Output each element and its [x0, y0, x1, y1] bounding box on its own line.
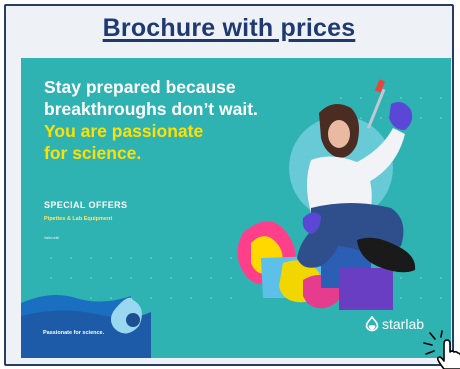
- headline-line-1: Stay prepared because: [44, 77, 236, 97]
- starlab-logo-icon: [365, 316, 379, 332]
- starlab-logo-text: starlab: [382, 316, 425, 332]
- special-offers-subtitle: Pipettes & Lab Equipment: [44, 216, 113, 222]
- hand-pointer-cursor-icon: [423, 330, 460, 369]
- starlab-logo: starlab: [365, 314, 424, 334]
- banner-headline: Stay prepared because breakthroughs don’…: [44, 76, 314, 164]
- banner-tagline: Passionate for science.: [43, 330, 105, 336]
- validity-text: Valid until: [44, 236, 59, 240]
- headline-line-4: for science.: [44, 143, 142, 163]
- headline-line-3: You are passionate: [44, 121, 204, 141]
- headline-line-2: breakthroughs don’t wait.: [44, 99, 258, 119]
- brochure-card: Brochure with prices Stay prepared becau…: [4, 4, 454, 366]
- brochure-heading-link[interactable]: Brochure with prices: [6, 14, 452, 43]
- special-offers-title: SPECIAL OFFERS: [44, 200, 128, 210]
- brochure-banner-image[interactable]: Stay prepared because breakthroughs don’…: [21, 58, 451, 358]
